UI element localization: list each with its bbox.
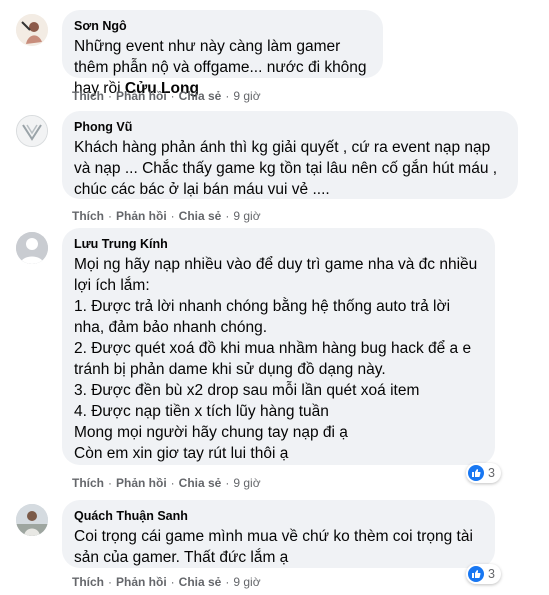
reaction-count: 3 (488, 567, 495, 581)
avatar[interactable] (16, 115, 48, 147)
like-reaction-icon (468, 566, 484, 582)
share-link[interactable]: Chia sẻ (179, 476, 222, 490)
comment-bubble: Lưu Trung Kính Mọi ng hãy nạp nhiều vào … (62, 228, 495, 465)
like-link[interactable]: Thích (72, 209, 104, 223)
comment-actions: Thích · Phản hồi · Chia sẻ · 9 giờ (72, 476, 261, 490)
reply-link[interactable]: Phản hồi (116, 89, 167, 103)
comment-text: Mọi ng hãy nạp nhiều vào để duy trì game… (74, 256, 478, 462)
reply-link[interactable]: Phản hồi (116, 476, 167, 490)
like-link[interactable]: Thích (72, 575, 104, 589)
avatar[interactable] (16, 14, 48, 46)
reply-link[interactable]: Phản hồi (116, 209, 167, 223)
comment-bubble: Sơn Ngô Những event như này càng làm gam… (62, 10, 383, 97)
timestamp[interactable]: 9 giờ (233, 476, 260, 490)
comment-text: Coi trọng cái game mình mua về chứ ko th… (74, 528, 473, 566)
reaction-summary[interactable]: 3 (466, 463, 501, 483)
timestamp[interactable]: 9 giờ (233, 575, 260, 589)
comment-author[interactable]: Lưu Trung Kính (74, 236, 483, 252)
reaction-summary[interactable]: 3 (466, 564, 501, 584)
comment-bubble: Quách Thuận Sanh Coi trọng cái game mình… (62, 500, 495, 568)
reply-link[interactable]: Phản hồi (116, 575, 167, 589)
like-link[interactable]: Thích (72, 476, 104, 490)
comment-bubble: Phong Vũ Khách hàng phản ánh thì kg giải… (62, 111, 518, 199)
comment-author[interactable]: Sơn Ngô (74, 18, 371, 34)
reaction-count: 3 (488, 466, 495, 480)
comment-actions: Thích · Phản hồi · Chia sẻ · 9 giờ (72, 575, 261, 589)
like-link[interactable]: Thích (72, 89, 104, 103)
avatar[interactable] (16, 232, 48, 264)
timestamp[interactable]: 9 giờ (233, 209, 260, 223)
share-link[interactable]: Chia sẻ (179, 575, 222, 589)
share-link[interactable]: Chia sẻ (179, 89, 222, 103)
avatar[interactable] (16, 504, 48, 536)
share-link[interactable]: Chia sẻ (179, 209, 222, 223)
comment-author[interactable]: Quách Thuận Sanh (74, 508, 483, 524)
comment-text: Khách hàng phản ánh thì kg giải quyết , … (74, 139, 498, 198)
comment-actions: Thích · Phản hồi · Chia sẻ · 9 giờ (72, 89, 261, 103)
timestamp[interactable]: 9 giờ (233, 89, 260, 103)
comment-author[interactable]: Phong Vũ (74, 119, 506, 135)
like-reaction-icon (468, 465, 484, 481)
comment-actions: Thích · Phản hồi · Chia sẻ · 9 giờ (72, 209, 261, 223)
